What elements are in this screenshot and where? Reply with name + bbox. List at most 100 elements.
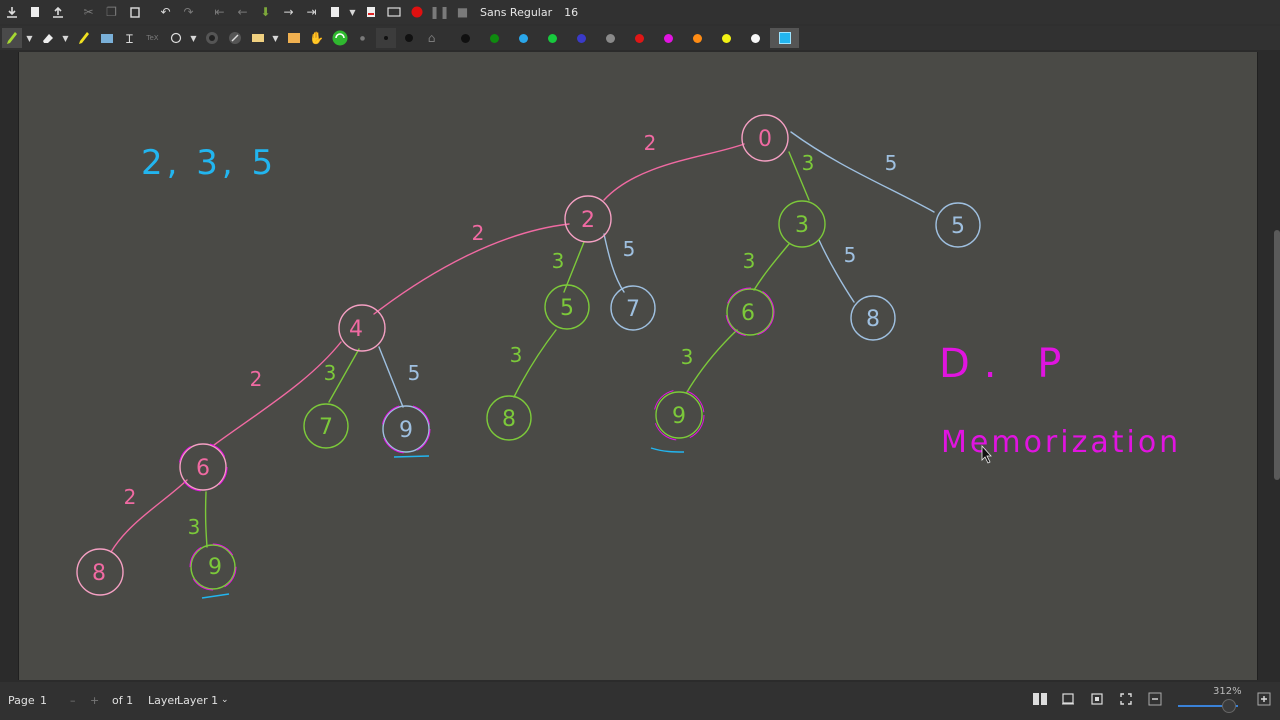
text-icon[interactable]: Ɪ (120, 28, 140, 48)
color-blue[interactable] (567, 28, 596, 48)
color-orange[interactable] (683, 28, 712, 48)
go-down-icon[interactable]: ⬇ (256, 2, 276, 22)
new-page-dropdown-icon[interactable]: ▼ (348, 2, 358, 22)
fullscreen-icon[interactable] (384, 2, 404, 22)
edge-6-9 (686, 329, 738, 393)
edge-6-8 (110, 479, 188, 553)
canvas-area[interactable]: 2 3 5 2 3 5 3 5 2 3 5 3 3 2 3 0 2 3 5 4 … (0, 50, 1280, 682)
eraser-options-icon[interactable]: ▼ (61, 28, 71, 48)
edge-label: 5 (885, 151, 898, 175)
latex-icon[interactable]: TeX (143, 28, 163, 48)
drawing-page[interactable]: 2 3 5 2 3 5 3 5 2 3 5 3 3 2 3 0 2 3 5 4 … (18, 52, 1258, 680)
cut-icon[interactable]: ✂ (79, 2, 99, 22)
layer-dropdown-icon[interactable]: ⌄ (221, 695, 229, 705)
page-count: of 1 (112, 694, 134, 707)
dual-page-icon[interactable] (1032, 692, 1048, 709)
font-name[interactable]: Sans Regular (480, 6, 552, 19)
upload-icon[interactable] (48, 2, 68, 22)
pause-icon[interactable]: ❚❚ (429, 2, 449, 22)
paste-icon[interactable] (125, 2, 145, 22)
underline-mark (393, 455, 430, 458)
node-label: 6 (741, 301, 755, 326)
shape-recognizer-icon[interactable] (202, 28, 222, 48)
node-label: 9 (672, 404, 686, 429)
fill-icon[interactable]: ⌂ (422, 28, 442, 48)
fine-point-icon[interactable]: ● (353, 28, 373, 48)
node-label: 7 (319, 415, 333, 440)
pen-icon[interactable] (1, 28, 22, 48)
main-toolbar: ✂ ❐ ↶ ↷ ⇤ ← ⬇ → ⇥ ▼ ❚❚ ■ Sans Regular 16 (0, 0, 1280, 24)
thick-point-icon[interactable] (399, 28, 419, 48)
go-forward-icon[interactable]: → (279, 2, 299, 22)
stop-icon[interactable]: ■ (453, 2, 473, 22)
node-label: 5 (560, 296, 574, 321)
refresh-icon[interactable] (330, 28, 350, 48)
edge-label: 3 (681, 345, 694, 369)
pdf-page-icon[interactable] (361, 2, 381, 22)
color-red[interactable] (625, 28, 654, 48)
drawing-svg: 2 3 5 2 3 5 3 5 2 3 5 3 3 2 3 0 2 3 5 4 … (76, 114, 1181, 599)
zoom-out-icon[interactable] (1148, 692, 1162, 709)
page-decrement-icon[interactable]: – (70, 694, 76, 707)
medium-point-icon[interactable] (375, 28, 396, 48)
undo-icon[interactable]: ↶ (156, 2, 176, 22)
layer-select[interactable]: Layer 1 (177, 694, 218, 707)
shape-icon[interactable] (166, 28, 186, 48)
go-back-icon[interactable]: ← (233, 2, 253, 22)
edge-label: 2 (250, 367, 263, 391)
color-magenta[interactable] (654, 28, 683, 48)
color-light-blue[interactable] (509, 28, 538, 48)
select-rect-icon[interactable] (248, 28, 268, 48)
color-yellow[interactable] (712, 28, 741, 48)
edge-4-9 (378, 346, 404, 408)
image-icon[interactable] (97, 28, 117, 48)
presentation-icon[interactable] (1061, 692, 1075, 709)
page-increment-icon[interactable]: + (90, 694, 99, 707)
zoom-in-icon[interactable] (1257, 692, 1271, 709)
vertical-scrollbar[interactable] (1274, 230, 1280, 480)
edge-label: 2 (644, 131, 657, 155)
edge-2-7 (603, 233, 625, 293)
go-first-icon[interactable]: ⇤ (210, 2, 230, 22)
edge-label: 5 (844, 243, 857, 267)
pen-options-icon[interactable]: ▼ (25, 28, 35, 48)
color-light-green[interactable] (538, 28, 567, 48)
font-size[interactable]: 16 (564, 6, 584, 19)
ruler-icon[interactable] (225, 28, 245, 48)
redo-icon[interactable]: ↷ (179, 2, 199, 22)
edge-label: 3 (743, 249, 756, 273)
edge-label: 3 (552, 249, 565, 273)
zoom-fit-icon[interactable] (1090, 692, 1104, 709)
zoom-slider-handle[interactable] (1222, 699, 1236, 713)
copy-icon[interactable]: ❐ (102, 2, 122, 22)
color-black[interactable] (451, 28, 480, 48)
hand-icon[interactable]: ✋ (307, 28, 327, 48)
numbers-note: 2, 3, 5 (141, 143, 277, 183)
zoom-page-width-icon[interactable] (1119, 692, 1133, 709)
node-label: 9 (208, 555, 222, 580)
save-icon[interactable] (2, 2, 22, 22)
vertical-space-icon[interactable] (284, 28, 304, 48)
layer-label: Layer (148, 694, 179, 707)
new-document-icon[interactable] (25, 2, 45, 22)
color-white[interactable] (741, 28, 770, 48)
underline-mark (650, 447, 685, 453)
underline-mark (201, 593, 230, 599)
tools-toolbar: ▼ ▼ Ɪ TeX ▼ ▼ ✋ ● ⌂ (0, 26, 1280, 50)
color-custom-selected[interactable] (770, 28, 799, 48)
shape-options-icon[interactable]: ▼ (189, 28, 199, 48)
go-last-icon[interactable]: ⇥ (302, 2, 322, 22)
new-page-icon[interactable] (325, 2, 345, 22)
node-label: 8 (92, 561, 106, 586)
record-icon[interactable] (407, 2, 427, 22)
color-green[interactable] (480, 28, 509, 48)
eraser-icon[interactable] (38, 28, 58, 48)
memo-note: Memorization (941, 425, 1181, 460)
node-label: 9 (399, 418, 413, 443)
edge-label: 3 (802, 151, 815, 175)
highlighter-icon[interactable] (74, 28, 94, 48)
select-options-icon[interactable]: ▼ (271, 28, 281, 48)
color-gray[interactable] (596, 28, 625, 48)
dp-note: D. P (939, 341, 1075, 387)
node-label: 2 (581, 208, 595, 233)
